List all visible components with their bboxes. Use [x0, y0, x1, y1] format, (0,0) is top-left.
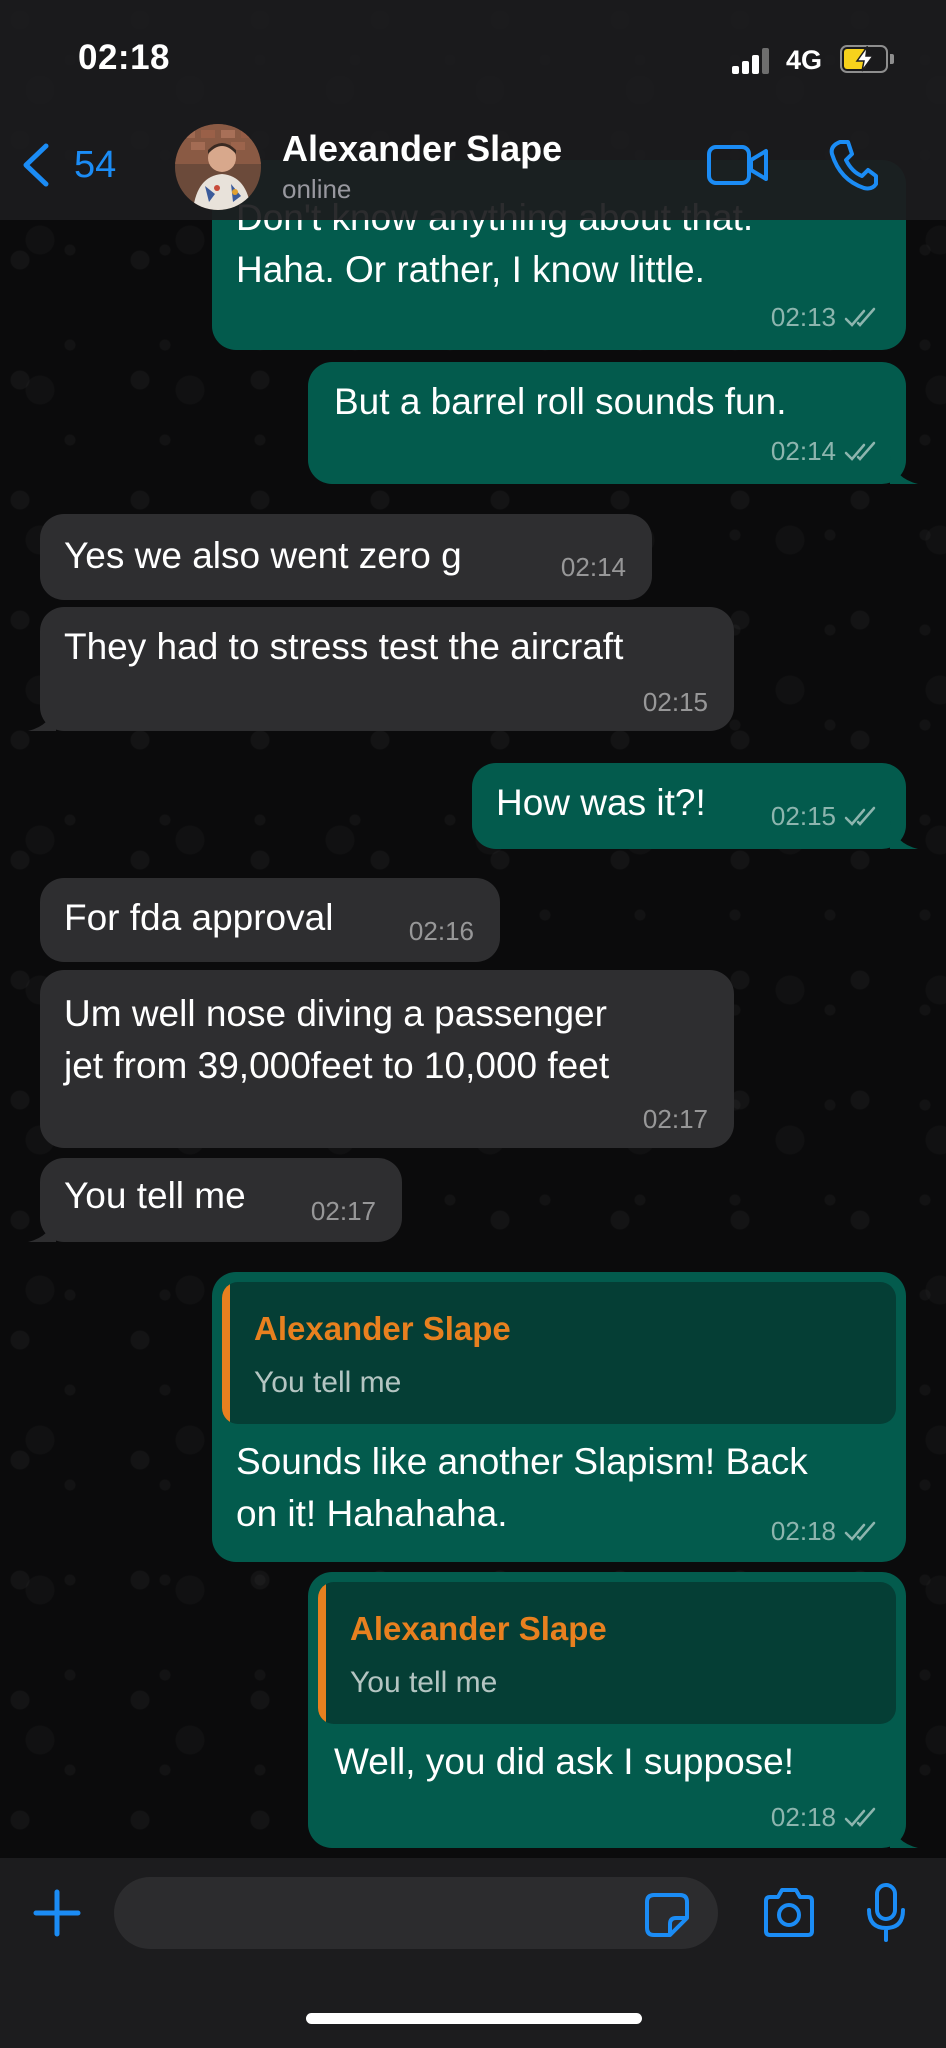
message-timestamp: 02:16	[409, 916, 474, 947]
contact-status: online	[282, 174, 352, 204]
message-text-line: For fda approval	[64, 897, 334, 938]
time-text: 02:14	[770, 436, 836, 466]
message-text-line: Sounds like another Slapism! Back	[236, 1441, 808, 1482]
message-bubble-outgoing[interactable]: But a barrel roll sounds fun. 02:14	[308, 362, 918, 484]
message-input[interactable]	[114, 1877, 718, 1949]
message-text-line: Um well nose diving a passenger	[64, 993, 607, 1034]
read-ticks-icon	[844, 307, 876, 327]
video-call-icon[interactable]	[706, 142, 770, 188]
message-timestamp: 02:18	[771, 1516, 882, 1547]
back-button[interactable]: 54	[18, 140, 116, 190]
plus-icon[interactable]	[32, 1888, 82, 1938]
quote-author: Alexander Slape	[254, 1310, 511, 1347]
message-bubble-incoming[interactable]: They had to stress test the aircraft 02:…	[28, 607, 734, 731]
message-text-line: You tell me	[64, 1175, 246, 1216]
message-timestamp: 02:14	[561, 552, 626, 583]
time-text: 02:18	[770, 1802, 836, 1832]
time-text: 02:14	[560, 552, 626, 582]
message-text-line: They had to stress test the aircraft	[64, 626, 624, 667]
time-text: 02:16	[408, 916, 474, 946]
time-text: 02:17	[310, 1196, 376, 1226]
message-timestamp: 02:13	[771, 302, 882, 333]
message-bubble-incoming[interactable]: Yes we also went zero g 02:14	[40, 514, 652, 600]
read-ticks-icon	[844, 441, 876, 461]
microphone-icon[interactable]	[866, 1882, 906, 1944]
read-ticks-icon	[844, 1521, 876, 1541]
time-text: 02:15	[642, 687, 708, 717]
message-text-line: Well, you did ask I suppose!	[334, 1741, 795, 1782]
message-text-line: Haha. Or rather, I know little.	[236, 249, 705, 290]
time-text: 02:15	[770, 801, 836, 831]
message-timestamp: 02:14	[771, 436, 882, 467]
contact-avatar[interactable]	[175, 124, 261, 210]
back-chevron-icon	[23, 143, 49, 187]
home-indicator[interactable]	[306, 2013, 642, 2024]
time-text: 02:13	[770, 302, 836, 332]
camera-icon[interactable]	[760, 1885, 818, 1941]
message-bubble-outgoing-reply[interactable]: Alexander Slape You tell me Well, you di…	[308, 1572, 918, 1848]
contact-name[interactable]: Alexander Slape	[282, 128, 562, 170]
time-text: 02:17	[642, 1104, 708, 1134]
read-ticks-icon	[844, 1807, 876, 1827]
sticker-icon[interactable]	[644, 1892, 690, 1938]
message-timestamp: 02:17	[311, 1196, 376, 1227]
message-bubble-incoming[interactable]: Um well nose diving a passenger jet from…	[40, 970, 734, 1148]
message-bubble-outgoing[interactable]: How was it?! 02:15	[472, 763, 918, 849]
message-bubble-incoming[interactable]: For fda approval 02:16	[40, 878, 500, 962]
message-timestamp: 02:15	[771, 801, 882, 832]
quote-author: Alexander Slape	[350, 1610, 607, 1647]
bubble-tail	[28, 1214, 56, 1242]
message-bubble-incoming[interactable]: You tell me 02:17	[28, 1158, 402, 1242]
bubble-tail	[890, 456, 918, 484]
message-text-line: on it! Hahahaha.	[236, 1493, 508, 1534]
quote-accent-bar	[222, 1282, 230, 1424]
unread-count: 54	[74, 143, 117, 186]
bubble-tail	[890, 821, 918, 849]
bubble-tail	[890, 1820, 918, 1848]
quoted-message[interactable]: Alexander Slape You tell me	[318, 1582, 896, 1724]
message-bubble-outgoing-reply[interactable]: Alexander Slape You tell me Sounds like …	[212, 1272, 906, 1562]
quote-accent-bar	[318, 1582, 326, 1724]
read-ticks-icon	[844, 806, 876, 826]
message-text-line: jet from 39,000feet to 10,000 feet	[64, 1045, 610, 1086]
message-text-line: Yes we also went zero g	[64, 535, 462, 576]
quoted-message[interactable]: Alexander Slape You tell me	[222, 1282, 896, 1424]
message-timestamp: 02:17	[643, 1104, 708, 1135]
chat-header: 02:18 4G 54 Alexander Slape online	[0, 0, 946, 220]
message-text-line: How was it?!	[496, 782, 706, 823]
message-timestamp: 02:18	[771, 1802, 882, 1833]
phone-icon[interactable]	[828, 138, 878, 192]
cellular-signal-icon	[732, 48, 772, 74]
message-timestamp: 02:15	[643, 687, 708, 718]
quote-text: You tell me	[350, 1666, 498, 1699]
time-text: 02:18	[770, 1516, 836, 1546]
quote-text: You tell me	[254, 1366, 402, 1399]
network-type: 4G	[786, 45, 823, 75]
bubble-tail	[28, 703, 56, 731]
status-bar-time: 02:18	[78, 38, 171, 77]
battery-charging-icon	[840, 45, 894, 73]
message-text-line: But a barrel roll sounds fun.	[334, 381, 787, 422]
